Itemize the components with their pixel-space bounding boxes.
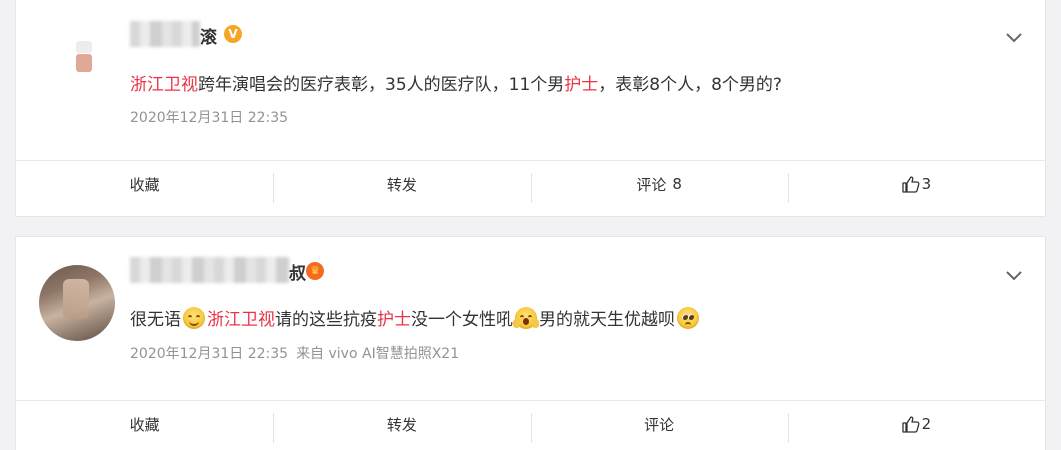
topic-link[interactable]: 浙江卫视	[207, 305, 275, 330]
topic-link[interactable]: 浙江卫视	[130, 75, 198, 95]
comment-button[interactable]: 评论 8	[530, 161, 788, 207]
post-meta: 2020年12月31日 22:35	[130, 107, 288, 127]
like-button[interactable]: 3	[787, 161, 1045, 207]
action-bar: 收藏 转发 评论 8 3	[16, 160, 1045, 207]
post-source: 来自 vivo AI智慧拍照X21	[296, 346, 460, 362]
shocked-emoji	[513, 306, 539, 329]
like-count: 2	[921, 415, 932, 433]
favorite-button[interactable]: 收藏	[16, 161, 273, 207]
timestamp[interactable]: 2020年12月31日 22:35	[130, 346, 288, 362]
comment-label: 评论	[644, 415, 675, 434]
repost-label: 转发	[386, 415, 417, 434]
favorite-button[interactable]: 收藏	[16, 401, 273, 447]
like-count: 3	[921, 175, 932, 193]
chevron-down-icon[interactable]	[1006, 271, 1022, 285]
keyword-link[interactable]: 护士	[377, 305, 411, 330]
post-text-segment: 男的就天生优越呗	[539, 310, 675, 330]
crown-badge-icon: ♛	[306, 262, 324, 280]
avatar[interactable]	[54, 33, 126, 105]
weibo-post-2: 叔 ♛ 很无语 浙江卫视 请的这些抗疫 护士 没一个女性吼 男的就天生优越呗 2020…	[15, 236, 1046, 450]
like-button[interactable]: 2	[787, 401, 1045, 447]
action-bar: 收藏 转发 评论 2	[16, 400, 1045, 447]
keyword-link[interactable]: 护士	[564, 75, 598, 95]
post-text: 浙江卫视跨年演唱会的医疗表彰，35人的医疗队，11个男护士，表彰8个人，8个男的…	[130, 70, 782, 95]
comment-button[interactable]: 评论	[530, 401, 788, 447]
smile-emoji	[183, 306, 205, 329]
thumbs-up-icon	[901, 415, 920, 433]
comment-label: 评论	[636, 175, 667, 194]
post-text-segment: 很无语	[130, 310, 181, 330]
post-text-segment: ，表彰8个人，8个男的?	[598, 75, 782, 95]
username-tail[interactable]: 叔	[289, 259, 306, 284]
repost-button[interactable]: 转发	[273, 401, 530, 447]
repost-button[interactable]: 转发	[273, 161, 530, 207]
avatar[interactable]	[39, 265, 115, 341]
weibo-post-1: 滚 V 浙江卫视跨年演唱会的医疗表彰，35人的医疗队，11个男护士，表彰8个人，…	[15, 0, 1046, 217]
favorite-label: 收藏	[129, 175, 160, 194]
comment-count: 8	[672, 175, 682, 193]
post-text-segment: 跨年演唱会的医疗表彰，35人的医疗队，11个男	[198, 75, 565, 95]
verified-badge-icon: V	[224, 25, 242, 43]
post-text-segment: 没一个女性吼	[411, 310, 513, 330]
pleading-emoji	[677, 306, 699, 329]
thumbs-up-icon	[901, 175, 920, 193]
repost-label: 转发	[386, 175, 417, 194]
timestamp[interactable]: 2020年12月31日 22:35	[130, 110, 288, 126]
post-text-segment: 请的这些抗疫	[275, 310, 377, 330]
blurred-username[interactable]	[130, 257, 290, 283]
username-tail[interactable]: 滚	[200, 23, 217, 48]
post-meta: 2020年12月31日 22:35 来自 vivo AI智慧拍照X21	[130, 343, 459, 363]
blurred-username[interactable]	[130, 21, 200, 47]
post-text: 很无语 浙江卫视 请的这些抗疫 护士 没一个女性吼 男的就天生优越呗	[130, 305, 701, 330]
chevron-down-icon[interactable]	[1006, 33, 1022, 47]
favorite-label: 收藏	[129, 415, 160, 434]
